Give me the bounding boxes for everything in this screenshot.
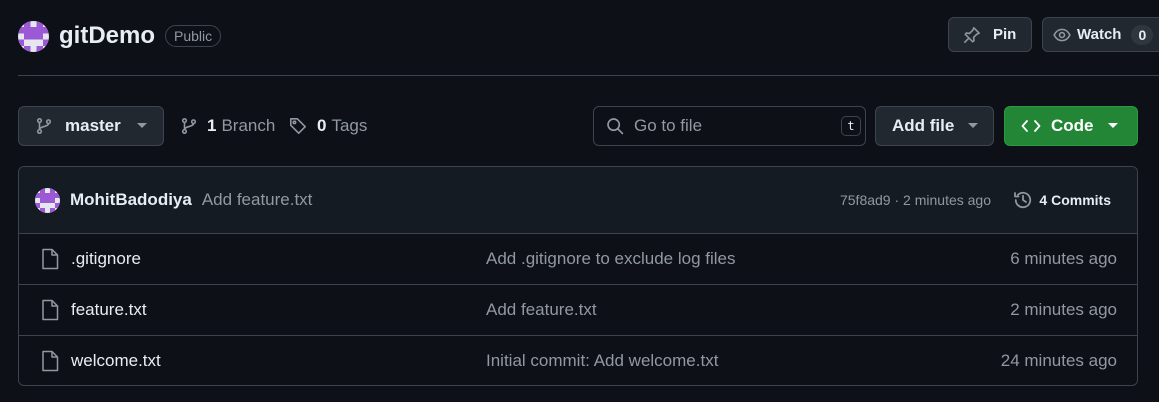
git-branch-icon — [180, 117, 198, 135]
file-last-commit-message[interactable]: Initial commit: Add welcome.txt — [486, 351, 718, 371]
search-icon — [606, 117, 624, 135]
file-last-commit-time: 24 minutes ago — [1000, 351, 1117, 370]
branch-name: master — [65, 116, 121, 135]
file-name[interactable]: welcome.txt — [71, 351, 161, 371]
tags-link[interactable]: 0 Tags — [289, 116, 367, 136]
file-icon — [41, 248, 59, 270]
search-shortcut-hint: t — [841, 116, 861, 136]
add-file-button[interactable]: Add file — [875, 106, 994, 146]
watch-count: 0 — [1131, 24, 1154, 45]
commit-time: 2 minutes ago — [903, 192, 991, 208]
latest-commit-header: MohitBadodiya Add feature.txt 75f8ad9 · … — [19, 167, 1137, 234]
repo-header: gitDemo Public — [18, 18, 222, 54]
commit-meta: 75f8ad9 · 2 minutes ago — [840, 192, 991, 208]
commit-message[interactable]: Add feature.txt — [202, 190, 313, 210]
file-row[interactable]: .gitignore Add .gitignore to exclude log… — [19, 234, 1137, 285]
file-last-commit-time: 2 minutes ago — [1010, 300, 1117, 319]
git-branch-icon — [35, 117, 53, 135]
caret-down-icon — [1107, 123, 1118, 129]
tag-count: 0 — [317, 116, 327, 135]
pin-icon — [963, 26, 981, 44]
visibility-badge: Public — [165, 25, 222, 47]
caret-down-icon — [968, 123, 979, 129]
file-last-commit-message[interactable]: Add .gitignore to exclude log files — [486, 249, 736, 269]
header-divider — [18, 75, 1159, 76]
pin-button[interactable]: Pin — [948, 17, 1032, 52]
go-to-file-input[interactable] — [634, 116, 841, 136]
branch-select-button[interactable]: master — [18, 106, 164, 146]
owner-avatar[interactable] — [18, 20, 49, 52]
file-table: MohitBadodiya Add feature.txt 75f8ad9 · … — [18, 166, 1138, 386]
code-icon — [1021, 118, 1041, 134]
tag-count-label: Tags — [331, 116, 368, 135]
file-row[interactable]: welcome.txt Initial commit: Add welcome.… — [19, 336, 1137, 385]
repo-name[interactable]: gitDemo — [59, 22, 155, 50]
branch-count: 1 — [207, 116, 217, 135]
watch-label: Watch — [1077, 26, 1122, 43]
commits-count-label: 4 Commits — [1039, 192, 1111, 208]
code-button[interactable]: Code — [1004, 106, 1138, 146]
file-last-commit-message[interactable]: Add feature.txt — [486, 300, 597, 320]
commit-author[interactable]: MohitBadodiya — [70, 190, 192, 210]
file-row[interactable]: feature.txt Add feature.txt 2 minutes ag… — [19, 285, 1137, 336]
file-icon — [41, 350, 59, 372]
history-icon — [1013, 190, 1033, 210]
author-avatar[interactable] — [35, 187, 60, 213]
file-last-commit-time: 6 minutes ago — [1010, 249, 1117, 268]
file-name[interactable]: feature.txt — [71, 300, 147, 320]
commit-meta-separator: · — [890, 192, 904, 208]
commit-sha[interactable]: 75f8ad9 — [840, 192, 891, 208]
watch-button[interactable]: Watch 0 — [1042, 17, 1159, 52]
add-file-label: Add file — [892, 116, 955, 135]
branches-link[interactable]: 1 Branch — [180, 116, 275, 136]
pin-label: Pin — [993, 26, 1017, 43]
file-icon — [41, 299, 59, 321]
tag-icon — [289, 117, 307, 135]
go-to-file-search[interactable]: t — [593, 106, 866, 146]
branch-count-label: Branch — [221, 116, 276, 135]
eye-icon — [1053, 26, 1071, 44]
code-label: Code — [1051, 116, 1094, 135]
commits-history-link[interactable]: 4 Commits — [1013, 190, 1111, 210]
caret-down-icon — [137, 123, 147, 129]
file-name[interactable]: .gitignore — [71, 249, 141, 269]
